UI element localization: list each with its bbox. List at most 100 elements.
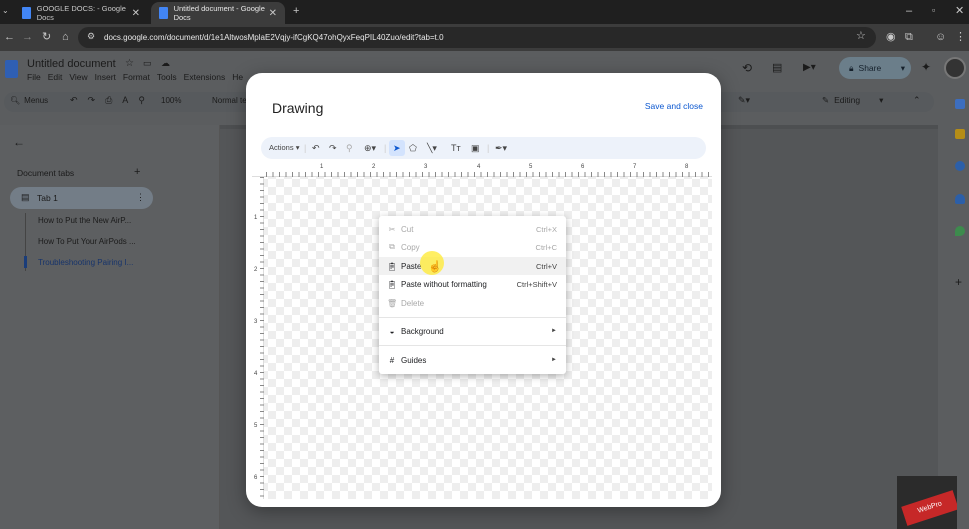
menu-separator	[379, 317, 566, 318]
add-tab-icon[interactable]: +	[134, 166, 140, 178]
menu-item-cut[interactable]: ✂ Cut Ctrl+X	[379, 220, 566, 238]
folder-icon[interactable]: ▭	[143, 58, 152, 69]
outline-item[interactable]: How To Put Your AirPods ...	[38, 237, 136, 246]
hand-pointer-icon: ☝	[428, 261, 442, 273]
tab-title: GOOGLE DOCS: - Google Docs	[36, 4, 126, 22]
share-button[interactable]: 🔒︎ Share ▾	[839, 57, 911, 79]
select-arrow-icon[interactable]: ➤	[393, 141, 401, 155]
minimize-icon[interactable]: –	[906, 6, 912, 17]
paint-format-icon[interactable]: ⚲	[346, 141, 353, 155]
menu-tools[interactable]: Tools	[157, 72, 177, 82]
collapse-toolbar-icon[interactable]: ⌃	[913, 95, 921, 106]
menus-search[interactable]: 🔍︎ Menus	[10, 96, 48, 105]
new-tab-icon[interactable]: +	[293, 6, 299, 17]
bookmark-star-icon[interactable]: ☆	[856, 31, 866, 42]
comments-icon[interactable]: ▤	[772, 61, 782, 74]
line-icon[interactable]: ╲▾	[427, 141, 437, 155]
editing-mode-select[interactable]: ✎ Editing ▾	[822, 95, 883, 106]
browser-tab-google-docs[interactable]: GOOGLE DOCS: - Google Docs ✕	[14, 2, 148, 24]
style-select[interactable]: Normal te	[212, 96, 247, 105]
back-icon[interactable]: ←	[4, 32, 15, 43]
reload-icon[interactable]: ↻	[42, 32, 51, 43]
save-and-close-button[interactable]: Save and close	[645, 101, 703, 111]
history-icon[interactable]: ⟲	[742, 61, 752, 75]
undo-icon[interactable]: ↶	[70, 95, 78, 106]
menu-item-guides[interactable]: # Guides ►	[379, 351, 566, 369]
add-app-icon[interactable]: +	[955, 275, 962, 289]
share-label: Share	[858, 63, 882, 73]
menu-edit[interactable]: Edit	[48, 72, 63, 82]
url-field[interactable]: ⚙ docs.google.com/document/d/1e1AltwosMp…	[78, 27, 876, 48]
actions-menu[interactable]: Actions ▾	[269, 141, 299, 155]
ruler-ticks	[260, 177, 264, 499]
lock-icon: 🔒︎	[849, 62, 854, 73]
keep-icon[interactable]	[955, 129, 965, 139]
image-icon[interactable]: ▣	[471, 141, 480, 155]
document-title[interactable]: Untitled document	[27, 58, 116, 70]
text-box-icon[interactable]: Tт	[451, 141, 461, 155]
gemini-icon[interactable]: ✦	[921, 60, 931, 74]
menu-item-background[interactable]: ◒ Background ►	[379, 322, 566, 340]
print-icon[interactable]: ⎙	[105, 95, 112, 106]
tasks-icon[interactable]	[955, 161, 965, 171]
share-dropdown-icon[interactable]: ▾	[901, 63, 905, 74]
menu-item-paste[interactable]: 📋︎ Paste Ctrl+V	[379, 257, 566, 275]
meet-icon[interactable]: ▶▾	[803, 62, 816, 73]
menu-format[interactable]: Format	[123, 72, 150, 82]
grid-icon: #	[389, 355, 395, 365]
pen-icon[interactable]: ✎▾	[738, 95, 750, 106]
menu-insert[interactable]: Insert	[95, 72, 116, 82]
menu-view[interactable]: View	[69, 72, 87, 82]
contacts-icon[interactable]	[955, 194, 965, 204]
outline-item[interactable]: How to Put the New AirP...	[38, 216, 131, 225]
tab-search-icon[interactable]: ⌄	[2, 7, 9, 15]
menu-item-delete[interactable]: 🗑︎ Delete	[379, 294, 566, 312]
pen-icon[interactable]: ✒▾	[495, 141, 507, 155]
extension-icon[interactable]: ◉	[886, 32, 896, 43]
star-icon[interactable]: ☆	[125, 58, 134, 69]
menu-extensions[interactable]: Extensions	[184, 72, 226, 82]
tab-doc-icon: ▤	[21, 192, 30, 202]
calendar-icon[interactable]	[955, 99, 965, 109]
menu-item-paste-without-formatting[interactable]: 📋︎ Paste without formatting Ctrl+Shift+V	[379, 275, 566, 293]
drawing-toolbar: Actions ▾ | ↶ ↷ ⚲ ⊕▾ | ➤ ⬠ ╲▾ Tт ▣ | ✒▾	[261, 137, 706, 159]
ruler-label: 2	[372, 164, 376, 170]
browser-tab-untitled[interactable]: Untitled document - Google Docs ✕	[151, 2, 285, 24]
paste-icon: 📋︎	[387, 261, 398, 271]
tab-1-item[interactable]: ▤ Tab 1 ⋮	[10, 187, 153, 209]
menu-item-label: Paste without formatting	[401, 279, 487, 289]
ruler-ticks	[266, 172, 712, 177]
forward-icon[interactable]: →	[22, 32, 33, 43]
back-arrow-icon[interactable]: ←	[13, 135, 25, 149]
home-icon[interactable]: ⌂	[62, 32, 69, 43]
site-info-icon[interactable]: ⚙	[87, 32, 95, 41]
bucket-icon: ◒	[389, 326, 395, 336]
cloud-icon: ☁	[161, 58, 170, 68]
menu-help[interactable]: He	[232, 72, 243, 82]
zoom-select[interactable]: 100%	[161, 96, 181, 105]
outline-item-active[interactable]: Troubleshooting Pairing I...	[38, 258, 133, 267]
spellcheck-icon[interactable]: A	[122, 95, 128, 106]
ruler-label: 3	[254, 319, 258, 325]
menu-file[interactable]: File	[27, 72, 41, 82]
close-tab-icon[interactable]: ✕	[269, 8, 277, 19]
ruler-label: 5	[254, 423, 258, 429]
maps-icon[interactable]	[955, 226, 965, 236]
undo-icon[interactable]: ↶	[312, 141, 320, 155]
shape-icon[interactable]: ⬠	[409, 141, 417, 155]
ruler-label: 1	[320, 164, 324, 170]
redo-icon[interactable]: ↷	[329, 141, 337, 155]
browser-menu-icon[interactable]: ⋮	[955, 32, 966, 43]
profile-icon[interactable]: ☺	[935, 32, 946, 43]
close-tab-icon[interactable]: ✕	[132, 8, 140, 19]
menu-item-copy[interactable]: ⧉ Copy Ctrl+C	[379, 238, 566, 256]
ruler-label: 6	[254, 475, 258, 481]
zoom-icon[interactable]: ⊕▾	[364, 141, 376, 155]
avatar[interactable]	[944, 57, 966, 79]
tab-options-icon[interactable]: ⋮	[136, 192, 145, 203]
extensions-puzzle-icon[interactable]: ⧉	[905, 32, 913, 43]
paint-format-icon[interactable]: ⚲	[138, 95, 145, 106]
close-window-icon[interactable]: ✕	[955, 6, 964, 17]
redo-icon[interactable]: ↷	[88, 95, 96, 106]
maximize-icon[interactable]: ▫	[932, 6, 935, 15]
